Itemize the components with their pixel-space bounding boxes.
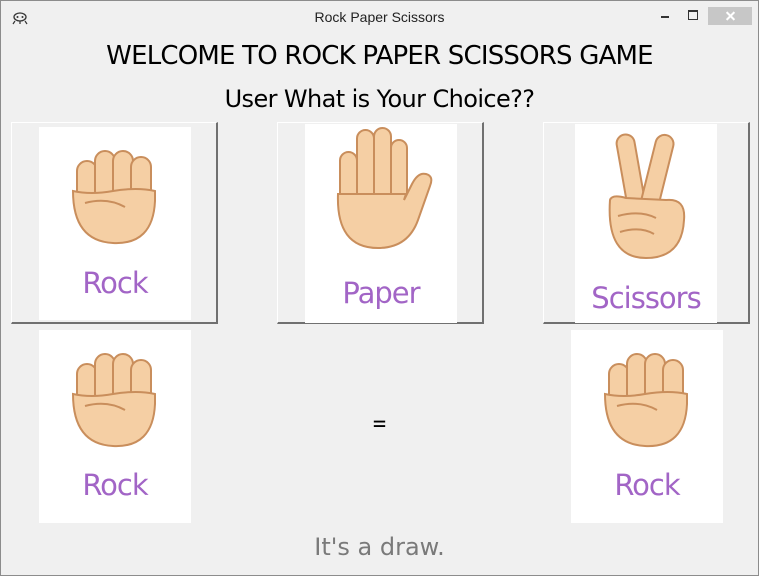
computer-choice-label: Rock bbox=[614, 468, 680, 502]
fist-icon bbox=[71, 150, 156, 245]
rock-label: Rock bbox=[82, 266, 148, 300]
result-message: It's a draw. bbox=[314, 533, 445, 561]
rock-card: Rock bbox=[39, 127, 191, 320]
minimize-button[interactable] bbox=[652, 7, 678, 25]
maximize-button[interactable] bbox=[680, 7, 706, 25]
paper-button[interactable]: Paper bbox=[277, 122, 484, 324]
victory-hand-icon bbox=[608, 133, 686, 260]
paper-card: Paper bbox=[305, 124, 457, 323]
scissors-label: Scissors bbox=[591, 281, 701, 315]
title-bar[interactable]: Rock Paper Scissors bbox=[1, 1, 758, 32]
computer-choice-card: Rock bbox=[571, 330, 723, 523]
open-hand-icon bbox=[336, 127, 433, 250]
choice-prompt: User What is Your Choice?? bbox=[224, 85, 535, 113]
rock-button[interactable]: Rock bbox=[11, 122, 218, 324]
user-choice-label: Rock bbox=[82, 468, 148, 502]
window-title: Rock Paper Scissors bbox=[314, 9, 445, 25]
paper-label: Paper bbox=[342, 276, 420, 310]
scissors-card: Scissors bbox=[575, 124, 717, 323]
close-button[interactable] bbox=[708, 7, 752, 25]
scissors-button[interactable]: Scissors bbox=[543, 122, 750, 324]
fist-icon bbox=[603, 353, 688, 448]
fist-icon bbox=[71, 353, 156, 448]
app-window: Rock Paper Scissors WELCOME TO ROCK PAPE… bbox=[0, 0, 759, 576]
welcome-heading: WELCOME TO ROCK PAPER SCISSORS GAME bbox=[106, 41, 653, 71]
game-panel: WELCOME TO ROCK PAPER SCISSORS GAME User… bbox=[9, 32, 750, 568]
